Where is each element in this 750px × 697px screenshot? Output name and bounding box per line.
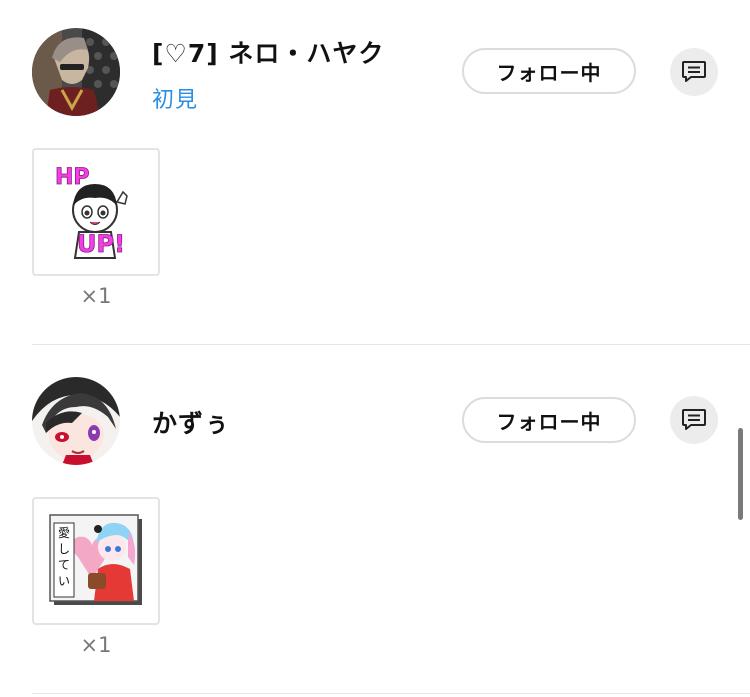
avatar-image-icon bbox=[32, 28, 120, 116]
avatar-image-icon bbox=[32, 377, 120, 465]
divider bbox=[32, 344, 750, 345]
love-sticker-icon: 愛 し て い bbox=[49, 514, 142, 605]
gift-item[interactable]: HP UP! bbox=[32, 148, 160, 276]
message-button[interactable] bbox=[670, 396, 718, 444]
gift-count: ×1 bbox=[80, 633, 112, 657]
avatar[interactable] bbox=[32, 28, 120, 116]
svg-text:愛: 愛 bbox=[58, 526, 70, 540]
gift-item[interactable]: 愛 し て い bbox=[32, 497, 160, 625]
hp-up-sticker-icon: HP UP! bbox=[55, 165, 128, 259]
avatar[interactable] bbox=[32, 377, 120, 465]
svg-text:し: し bbox=[58, 542, 70, 556]
gift-count: ×1 bbox=[80, 284, 112, 308]
scrollbar-thumb[interactable] bbox=[738, 428, 743, 520]
following-button[interactable]: フォロー中 bbox=[462, 48, 636, 94]
divider bbox=[32, 693, 750, 694]
following-button[interactable]: フォロー中 bbox=[462, 397, 636, 443]
first-visit-badge: 初見 bbox=[152, 88, 199, 113]
username[interactable]: かずぅ bbox=[152, 404, 230, 440]
username[interactable]: [♡7] ネロ・ハヤク bbox=[152, 34, 384, 70]
svg-text:い: い bbox=[58, 574, 70, 588]
svg-text:UP!: UP! bbox=[77, 230, 125, 258]
gift-supporter-list: [♡7] ネロ・ハヤク 初見 フォロー中 HP UP! ×1 かずぅ フォロー中… bbox=[0, 0, 750, 697]
message-button[interactable] bbox=[670, 48, 718, 96]
message-icon bbox=[682, 409, 706, 430]
svg-text:て: て bbox=[58, 558, 70, 572]
message-icon bbox=[682, 61, 706, 82]
svg-text:HP: HP bbox=[55, 165, 90, 190]
